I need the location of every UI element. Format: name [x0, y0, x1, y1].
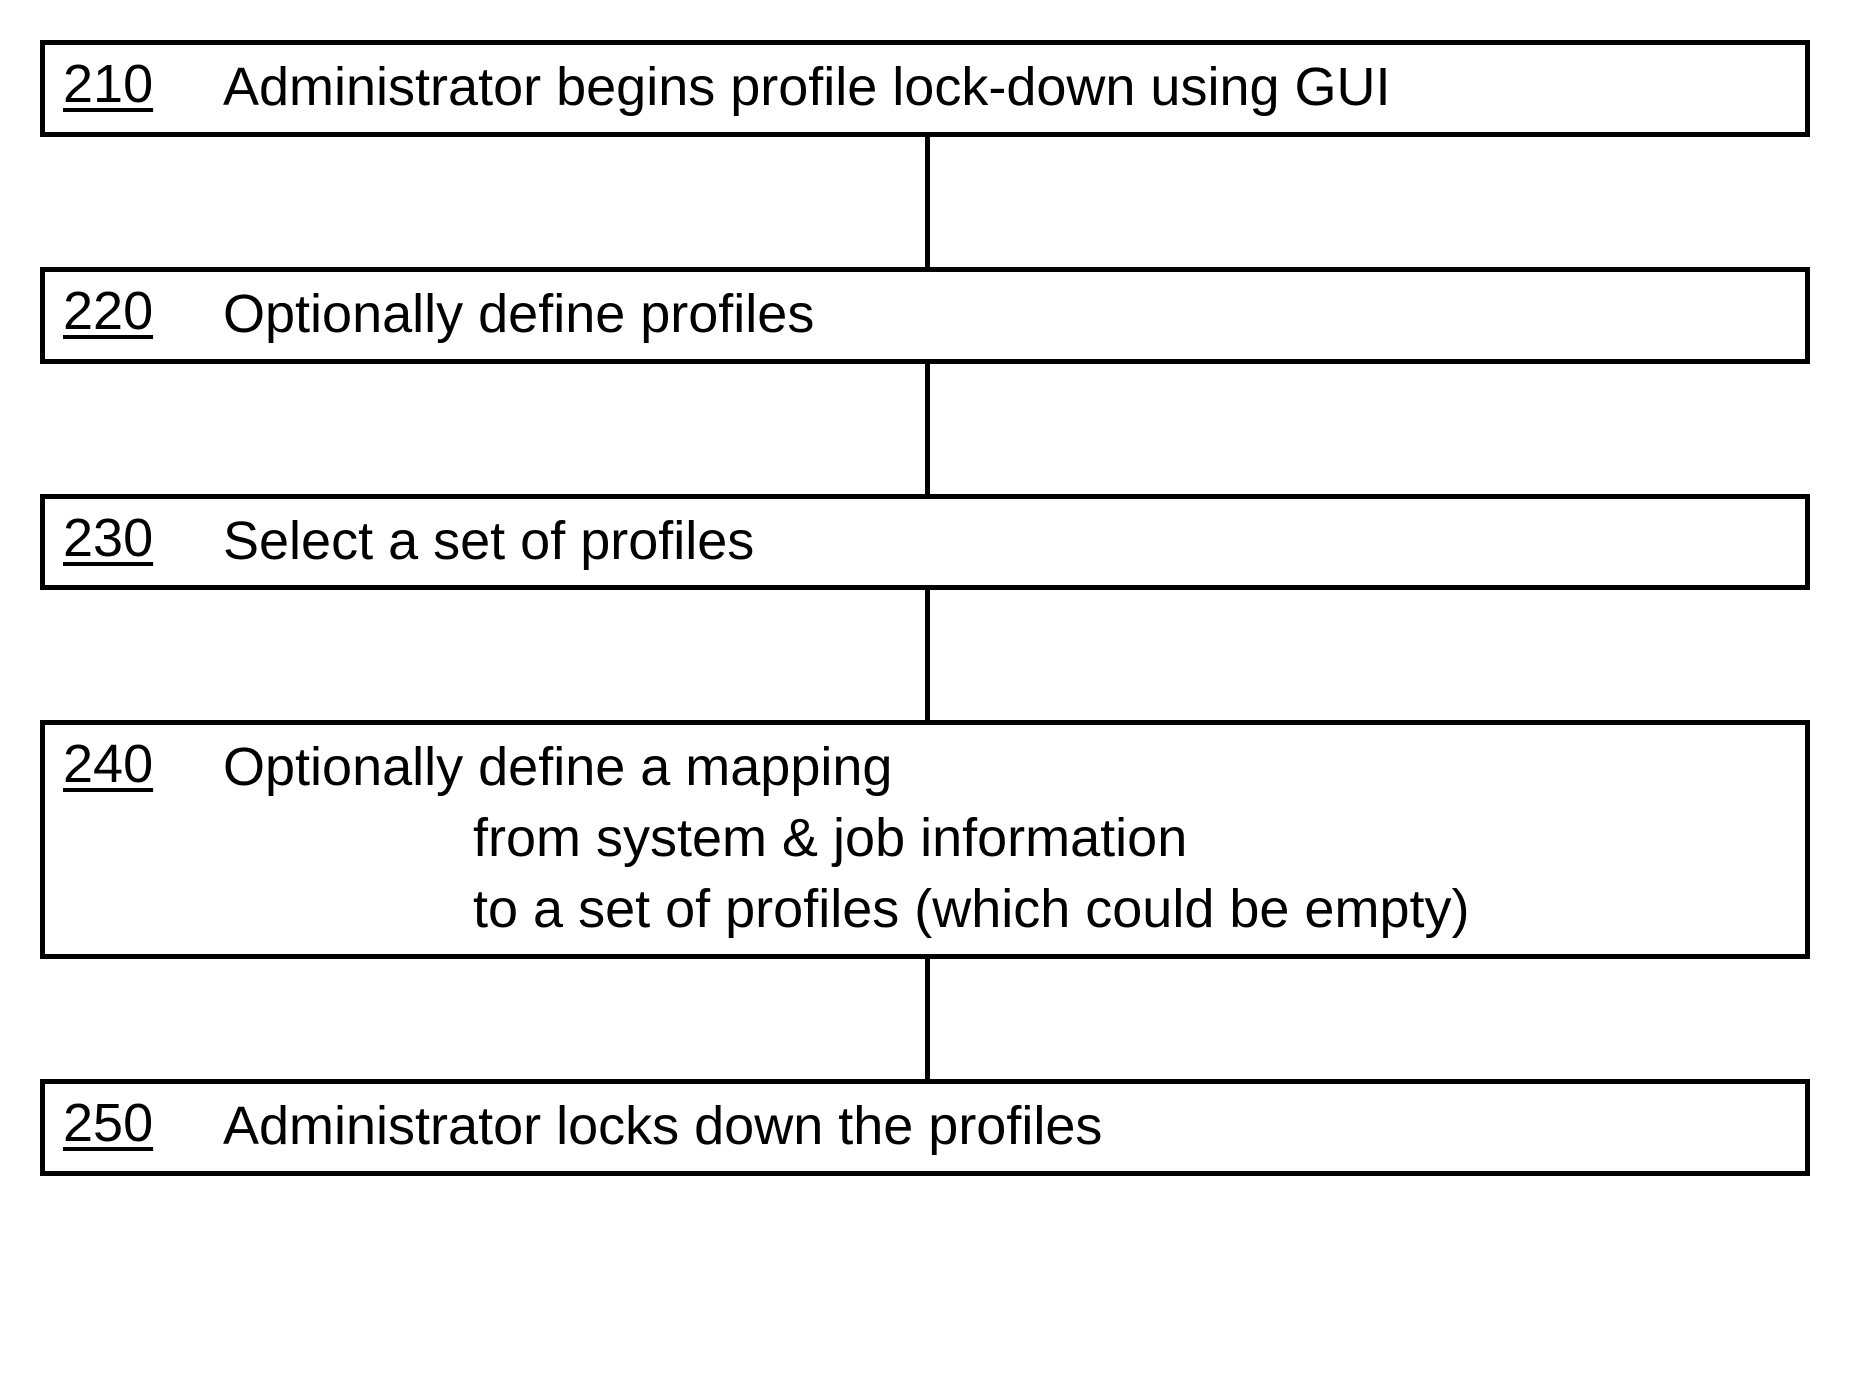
step-number: 240: [63, 735, 223, 794]
connector: [925, 137, 930, 267]
connector: [925, 590, 930, 720]
step-250: 250 Administrator locks down the profile…: [40, 1079, 1810, 1176]
step-number: 220: [63, 282, 223, 341]
step-text: Optionally define profiles: [223, 282, 814, 347]
step-text-line3: to a set of profiles (which could be emp…: [223, 877, 1469, 942]
step-number: 210: [63, 55, 223, 114]
step-text: Administrator begins profile lock-down u…: [223, 55, 1391, 120]
step-210: 210 Administrator begins profile lock-do…: [40, 40, 1810, 137]
connector: [925, 364, 930, 494]
flowchart: 210 Administrator begins profile lock-do…: [40, 40, 1810, 1176]
step-text: Select a set of profiles: [223, 509, 754, 574]
step-220: 220 Optionally define profiles: [40, 267, 1810, 364]
step-number: 230: [63, 509, 223, 568]
step-number: 250: [63, 1094, 223, 1153]
step-240: 240 Optionally define a mapping from sys…: [40, 720, 1810, 958]
step-text: Optionally define a mapping from system …: [223, 735, 1469, 941]
step-text: Administrator locks down the profiles: [223, 1094, 1102, 1159]
connector: [925, 959, 930, 1079]
step-230: 230 Select a set of profiles: [40, 494, 1810, 591]
step-text-line2: from system & job information: [223, 806, 1469, 871]
step-text-line1: Optionally define a mapping: [223, 737, 892, 797]
